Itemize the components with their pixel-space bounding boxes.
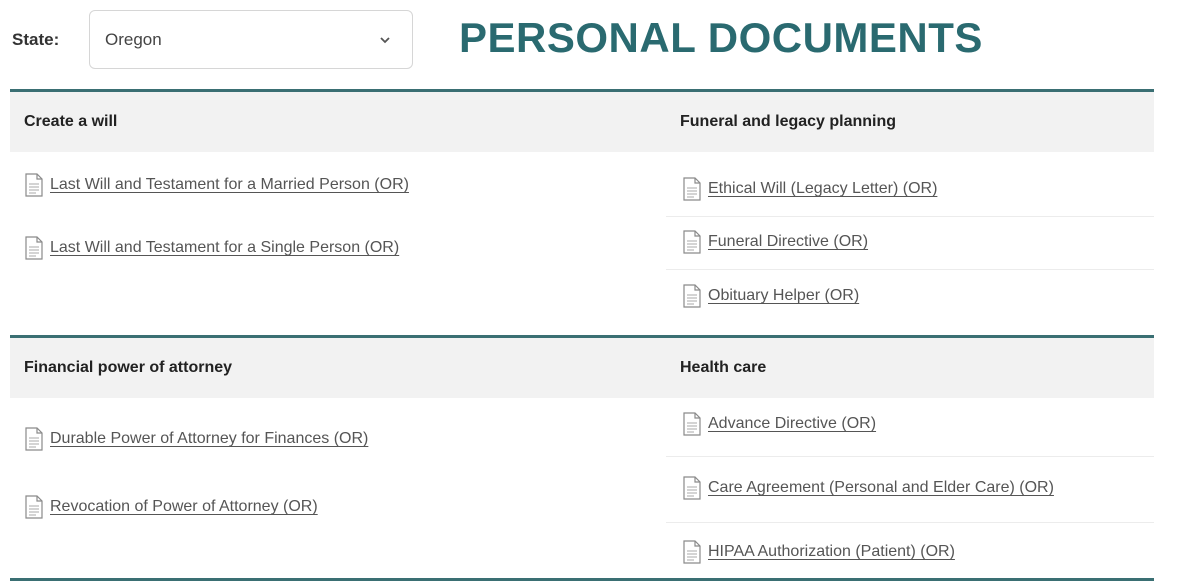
document-link-text[interactable]: HIPAA Authorization (Patient) (OR) — [708, 543, 955, 561]
document-link[interactable]: Ethical Will (Legacy Letter) (OR) — [682, 176, 937, 202]
top-bar: State: Oregon PERSONAL DOCUMENTS — [0, 0, 1182, 88]
document-link[interactable]: Care Agreement (Personal and Elder Care)… — [682, 475, 1054, 501]
section-title: Financial power of attorney — [24, 359, 233, 376]
document-link-text[interactable]: Last Will and Testament for a Married Pe… — [50, 176, 409, 194]
section-header-health-care: Health care — [666, 338, 1154, 398]
document-icon — [25, 173, 43, 197]
document-icon — [683, 177, 701, 201]
document-link-text[interactable]: Advance Directive (OR) — [708, 415, 876, 433]
document-icon — [683, 284, 701, 308]
document-link-text[interactable]: Funeral Directive (OR) — [708, 233, 868, 251]
document-link-text[interactable]: Ethical Will (Legacy Letter) (OR) — [708, 180, 937, 198]
document-link-text[interactable]: Care Agreement (Personal and Elder Care)… — [708, 479, 1054, 497]
section-title: Health care — [680, 359, 767, 376]
document-link[interactable]: Obituary Helper (OR) — [682, 283, 859, 309]
document-link[interactable]: Funeral Directive (OR) — [682, 229, 868, 255]
document-link[interactable]: Last Will and Testament for a Single Per… — [24, 235, 399, 261]
document-link[interactable]: HIPAA Authorization (Patient) (OR) — [682, 539, 955, 565]
row-separator — [666, 216, 1154, 217]
row-separator — [666, 456, 1154, 457]
document-icon — [25, 427, 43, 451]
state-select[interactable]: Oregon — [89, 10, 413, 69]
document-icon — [683, 230, 701, 254]
document-link[interactable]: Advance Directive (OR) — [682, 411, 876, 437]
chevron-down-icon — [380, 37, 390, 44]
section-title: Funeral and legacy planning — [680, 113, 897, 130]
document-link[interactable]: Last Will and Testament for a Married Pe… — [24, 172, 409, 198]
document-link-text[interactable]: Durable Power of Attorney for Finances (… — [50, 430, 368, 448]
document-icon — [683, 540, 701, 564]
section-title: Create a will — [24, 113, 118, 130]
document-link[interactable]: Revocation of Power of Attorney (OR) — [24, 494, 318, 520]
document-link[interactable]: Durable Power of Attorney for Finances (… — [24, 426, 368, 452]
document-link-text[interactable]: Obituary Helper (OR) — [708, 287, 859, 305]
section-header-financial-power-of-attorney: Financial power of attorney — [10, 338, 666, 398]
document-icon — [25, 236, 43, 260]
row-separator — [666, 269, 1154, 270]
section-divider — [10, 578, 1154, 581]
document-icon — [683, 476, 701, 500]
state-select-value: Oregon — [105, 30, 162, 49]
document-link-text[interactable]: Last Will and Testament for a Single Per… — [50, 239, 399, 257]
document-icon — [683, 412, 701, 436]
row-separator — [666, 522, 1154, 523]
document-link-text[interactable]: Revocation of Power of Attorney (OR) — [50, 498, 318, 516]
section-header-funeral-and-legacy-planning: Funeral and legacy planning — [666, 92, 1154, 152]
document-icon — [25, 495, 43, 519]
page-title: PERSONAL DOCUMENTS — [459, 14, 983, 61]
state-label: State: — [12, 30, 60, 49]
section-header-create-a-will: Create a will — [10, 92, 666, 152]
